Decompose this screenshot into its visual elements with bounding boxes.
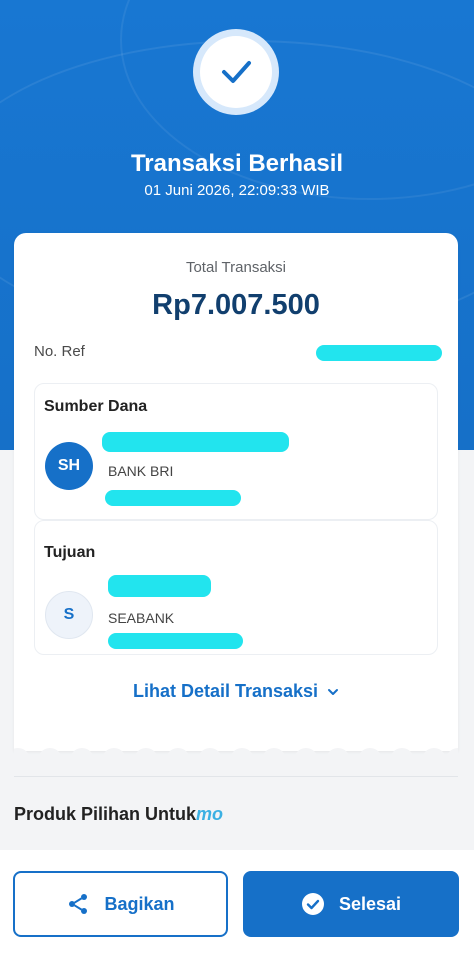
redacted-destination-account [108,633,243,649]
check-icon [222,61,251,83]
total-amount: Rp7.007.500 [152,289,320,321]
source-section: Sumber Dana SH BANK BRI [34,383,438,520]
destination-section: Tujuan S SEABANK [34,520,438,655]
done-button-label: Selesai [338,893,402,914]
receipt-card: Total Transaksi Rp7.007.500 No. Ref Sumb… [14,233,458,751]
action-bar: Bagikan Selesai [0,850,474,955]
detail-link-label: Lihat Detail Transaksi [132,681,319,701]
brand-logo: mo [196,804,224,824]
destination-bank: SEABANK [108,610,175,626]
share-button-label: Bagikan [104,893,175,914]
redacted-source-name [102,432,289,452]
redacted-destination-name [108,575,211,597]
redacted-ref-number [316,345,442,361]
share-button[interactable]: Bagikan [13,871,228,937]
ref-label: No. Ref [34,343,85,360]
total-label: Total Transaksi [185,259,287,276]
source-title: Sumber Dana [44,398,148,415]
check-circle-icon [301,893,324,915]
destination-avatar: S [45,591,93,639]
destination-title: Tujuan [44,544,96,561]
recommended-products-label: Produk Pilihan Untuk [14,804,197,824]
recommended-products-heading: Produk Pilihan Untukmo [14,804,223,825]
transaction-datetime: 01 Juni 2026, 22:09:33 WIB [144,182,330,199]
source-bank: BANK BRI [108,463,174,479]
share-icon [69,894,88,914]
receipt-tear-edge [14,736,458,760]
source-avatar: SH [45,442,93,490]
view-transaction-detail-link[interactable]: Lihat Detail Transaksi [14,681,458,702]
page-title: Transaksi Berhasil [130,150,344,177]
redacted-source-account [105,490,241,506]
divider [14,776,458,777]
done-button[interactable]: Selesai [243,871,459,937]
success-badge [193,29,279,115]
chevron-down-icon [328,689,339,696]
